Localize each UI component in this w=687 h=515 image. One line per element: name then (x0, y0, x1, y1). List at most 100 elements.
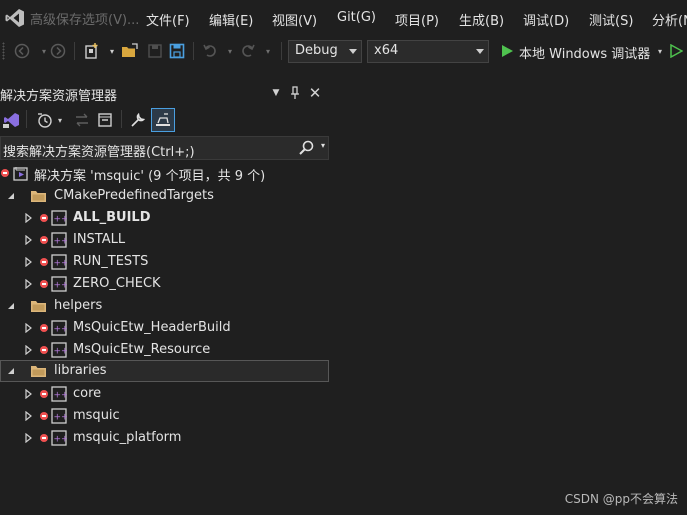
search-input[interactable]: 搜索解决方案资源管理器(Ctrl+;) (3, 141, 195, 160)
collapsed-arrow-icon[interactable] (24, 212, 36, 224)
start-without-debugging-icon[interactable] (666, 41, 686, 61)
project-label: RUN_TESTS (73, 254, 149, 269)
excluded-state-icon (40, 434, 48, 442)
svg-text:++: ++ (54, 237, 68, 247)
excluded-state-icon (40, 324, 48, 332)
menu-debug[interactable]: 调试(D) (523, 10, 569, 29)
switch-views-icon[interactable] (0, 109, 22, 131)
collapsed-arrow-icon[interactable] (24, 234, 36, 246)
start-debugging-button[interactable]: 本地 Windows 调试器 (519, 43, 650, 62)
solution-explorer-titlebar: 解决方案资源管理器 ▼ ✕ (0, 82, 329, 104)
project-node[interactable]: ++ MsQuicEtw_HeaderBuild (0, 317, 329, 339)
save-all-icon[interactable] (167, 41, 187, 61)
search-icon[interactable] (298, 139, 316, 157)
menu-bar: 高级保存选项(V)... 文件(F) 编辑(E) 视图(V) Git(G) 项目… (0, 0, 687, 36)
window-position-dropdown-icon[interactable]: ▼ (268, 84, 284, 102)
project-label: msquic_platform (73, 430, 182, 445)
collapse-all-icon[interactable] (94, 109, 116, 131)
menu-analyze[interactable]: 分析(N (652, 10, 687, 29)
preview-selected-items-icon[interactable] (151, 108, 175, 132)
folder-node[interactable]: CMakePredefinedTargets (0, 185, 329, 207)
visual-studio-logo-icon[interactable] (2, 5, 28, 31)
collapsed-arrow-icon[interactable] (24, 278, 36, 290)
save-icon[interactable] (145, 41, 165, 61)
solution-node[interactable]: 解决方案 'msquic' (9 个项目，共 9 个) (0, 162, 329, 184)
menu-git[interactable]: Git(G) (337, 10, 376, 25)
project-node[interactable]: ++ msquic_platform (0, 427, 329, 449)
navigate-forward-icon[interactable] (48, 41, 68, 61)
menu-view[interactable]: 视图(V) (272, 10, 317, 29)
project-label: ZERO_CHECK (73, 276, 161, 291)
project-label: ALL_BUILD (73, 210, 151, 225)
open-folder-icon[interactable] (120, 41, 140, 61)
toolbar-separator (121, 110, 122, 128)
folder-node[interactable]: helpers (0, 295, 329, 317)
cpp-project-icon: ++ (51, 386, 69, 402)
excluded-state-icon (40, 236, 48, 244)
solution-configuration-select[interactable]: Debug (288, 40, 362, 63)
project-node[interactable]: ++ msquic (0, 405, 329, 427)
folder-icon (30, 299, 47, 313)
project-node[interactable]: ++ INSTALL (0, 229, 329, 251)
properties-wrench-icon[interactable] (127, 109, 149, 131)
excluded-state-icon (1, 169, 9, 177)
start-debugging-icon[interactable] (497, 41, 517, 61)
svg-text:++: ++ (54, 435, 68, 445)
excluded-state-icon (40, 346, 48, 354)
toolbar-separator (74, 42, 75, 60)
svg-text:++: ++ (54, 413, 68, 423)
navigate-back-icon[interactable] (12, 41, 32, 61)
cpp-project-icon: ++ (51, 408, 69, 424)
configuration-value: Debug (295, 43, 338, 58)
redo-icon[interactable] (238, 41, 258, 61)
menu-build[interactable]: 生成(B) (459, 10, 504, 29)
svg-text:++: ++ (54, 347, 68, 357)
toolbar-separator (26, 110, 27, 128)
cpp-project-icon: ++ (51, 430, 69, 446)
svg-text:++: ++ (54, 325, 68, 335)
pending-changes-filter-icon[interactable] (34, 109, 56, 131)
undo-icon[interactable] (200, 41, 220, 61)
csdn-watermark: CSDN @pp不会算法 (564, 492, 678, 506)
collapsed-arrow-icon[interactable] (24, 388, 36, 400)
project-node[interactable]: ++ RUN_TESTS (0, 251, 329, 273)
folder-label: helpers (54, 298, 103, 313)
expanded-arrow-icon[interactable] (6, 365, 18, 377)
close-icon[interactable]: ✕ (307, 84, 323, 102)
collapsed-arrow-icon[interactable] (24, 432, 36, 444)
cpp-project-icon: ++ (51, 342, 69, 358)
standard-toolbar: ▾ ▾ ▾ ▾ Debug x64 本地 Windows 调试器 ▾ (0, 36, 687, 66)
toolbar-grip[interactable] (2, 42, 5, 60)
project-node[interactable]: ++ ZERO_CHECK (0, 273, 329, 295)
platform-value: x64 (374, 43, 399, 58)
collapsed-arrow-icon[interactable] (24, 256, 36, 268)
project-node[interactable]: ++ core (0, 383, 329, 405)
menu-file[interactable]: 文件(F) (146, 10, 190, 29)
menu-test[interactable]: 测试(S) (589, 10, 633, 29)
filter-dropdown-icon[interactable]: ▾ (54, 109, 66, 131)
toolbar-separator (193, 42, 194, 60)
menu-project[interactable]: 项目(P) (395, 10, 439, 29)
solution-platform-select[interactable]: x64 (367, 40, 489, 63)
cpp-project-icon: ++ (51, 276, 69, 292)
sync-with-active-document-icon[interactable] (71, 109, 93, 131)
menu-edit[interactable]: 编辑(E) (209, 10, 253, 29)
expanded-arrow-icon[interactable] (6, 190, 18, 202)
collapsed-arrow-icon[interactable] (24, 344, 36, 356)
search-options-dropdown-icon[interactable]: ▾ (321, 141, 325, 150)
expanded-arrow-icon[interactable] (6, 300, 18, 312)
solution-explorer-search[interactable]: 搜索解决方案资源管理器(Ctrl+;) ▾ (0, 136, 329, 160)
project-label: MsQuicEtw_Resource (73, 342, 211, 357)
project-node[interactable]: ++ ALL_BUILD (0, 207, 329, 229)
pin-icon[interactable] (287, 84, 303, 102)
redo-dropdown-icon[interactable]: ▾ (258, 41, 278, 61)
project-node[interactable]: ++ MsQuicEtw_Resource (0, 339, 329, 361)
new-project-icon[interactable] (82, 41, 102, 61)
new-project-dropdown-icon[interactable]: ▾ (102, 41, 122, 61)
undo-dropdown-icon[interactable]: ▾ (220, 41, 240, 61)
collapsed-arrow-icon[interactable] (24, 410, 36, 422)
collapsed-arrow-icon[interactable] (24, 322, 36, 334)
folder-node-selected[interactable]: libraries (0, 360, 329, 382)
svg-text:++: ++ (54, 259, 68, 269)
folder-label: CMakePredefinedTargets (54, 188, 214, 203)
